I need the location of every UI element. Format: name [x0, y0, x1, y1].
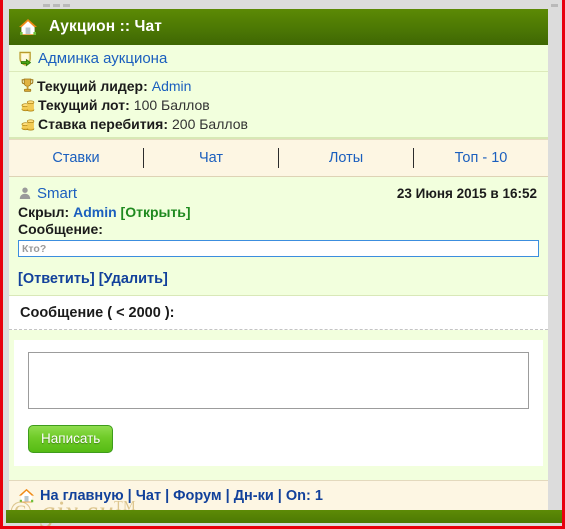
top-strip-tick	[63, 4, 70, 7]
footer-online-count: On: 1	[285, 487, 323, 504]
tab-top-10[interactable]: Топ - 10	[414, 150, 548, 166]
page-frame: Аукцион :: Чат Админка аукциона Текущий …	[0, 0, 565, 529]
trophy-icon	[21, 78, 34, 93]
coins-icon	[21, 116, 35, 131]
user-icon	[18, 186, 32, 200]
bottom-bar	[6, 510, 562, 523]
auction-stats: Текущий лидер: Admin Текущий лот: 100 Ба…	[9, 72, 548, 138]
message-body-label: Сообщение:	[18, 221, 103, 237]
admin-panel-link[interactable]: Админка аукциона	[38, 50, 167, 67]
stat-value-min-bid: 200 Баллов	[172, 115, 248, 132]
submit-message-button[interactable]: Написать	[28, 425, 114, 453]
compose-area: Написать	[9, 330, 548, 480]
stat-label-current-lot: Текущий лот:	[38, 96, 130, 113]
message-author: Smart	[18, 185, 77, 202]
content-column: Аукцион :: Чат Админка аукциона Текущий …	[9, 9, 548, 510]
footer-nav: На главную | Чат | Форум | Дн-ки | On: 1	[9, 480, 548, 510]
delete-link[interactable]: [Удалить]	[99, 271, 168, 287]
stat-label-leader: Текущий лидер:	[37, 77, 148, 94]
stat-value-leader[interactable]: Admin	[152, 78, 192, 94]
message-header: Smart 23 Июня 2015 в 16:52	[18, 183, 539, 203]
footer-link-forum[interactable]: Форум	[173, 488, 222, 504]
tab-chat[interactable]: Чат	[144, 150, 278, 166]
footer-link-chat[interactable]: Чат	[136, 488, 161, 504]
message-hidden-by-row: Скрыл: Admin [Открыть]	[18, 204, 539, 220]
app-header: Аукцион :: Чат	[9, 9, 548, 45]
home-icon	[18, 488, 35, 504]
info-panel: Админка аукциона Текущий лидер: Admin Те…	[9, 45, 548, 139]
footer-separator: |	[277, 487, 282, 504]
compose-title: Сообщение ( < 2000 ):	[9, 296, 548, 330]
home-icon	[18, 18, 38, 37]
message-item: Smart 23 Июня 2015 в 16:52 Скрыл: Admin …	[9, 177, 548, 296]
footer-separator: |	[225, 487, 230, 504]
stat-row-min-bid: Ставка перебития: 200 Баллов	[9, 114, 548, 133]
footer-separator: |	[165, 487, 170, 504]
tab-bids[interactable]: Ставки	[9, 150, 143, 166]
footer-link-diaries[interactable]: Дн-ки	[234, 488, 274, 504]
stat-label-min-bid: Ставка перебития:	[38, 115, 168, 132]
message-username[interactable]: Smart	[37, 185, 77, 202]
open-message-link[interactable]: [Открыть]	[121, 204, 191, 220]
top-strip-tick	[43, 4, 50, 7]
coins-icon	[21, 97, 35, 112]
tab-lots[interactable]: Лоты	[279, 150, 413, 166]
compose-textarea[interactable]	[28, 352, 529, 409]
footer-separator: |	[127, 487, 132, 504]
hidden-by-user[interactable]: Admin	[73, 204, 117, 220]
message-actions: [Ответить] [Удалить]	[18, 271, 539, 287]
page-title: Аукцион :: Чат	[49, 18, 162, 35]
compose-inner: Написать	[14, 340, 543, 466]
hidden-by-prefix: Скрыл:	[18, 204, 70, 220]
top-strip-tick	[53, 4, 60, 7]
tab-bar: Ставки Чат Лоты Топ - 10	[9, 139, 548, 177]
message-timestamp: 23 Июня 2015 в 16:52	[396, 185, 537, 201]
footer-link-home[interactable]: На главную	[40, 488, 124, 504]
admin-panel-row[interactable]: Админка аукциона	[9, 45, 548, 72]
message-body-input[interactable]	[18, 240, 539, 257]
shield-arrow-icon	[17, 50, 34, 67]
stat-row-leader: Текущий лидер: Admin	[9, 76, 548, 95]
stat-value-current-lot: 100 Баллов	[133, 96, 210, 113]
window-top-strip	[3, 0, 562, 9]
top-strip-tick	[551, 4, 558, 7]
stat-row-current-lot: Текущий лот: 100 Баллов	[9, 95, 548, 114]
reply-link[interactable]: [Ответить]	[18, 271, 95, 287]
